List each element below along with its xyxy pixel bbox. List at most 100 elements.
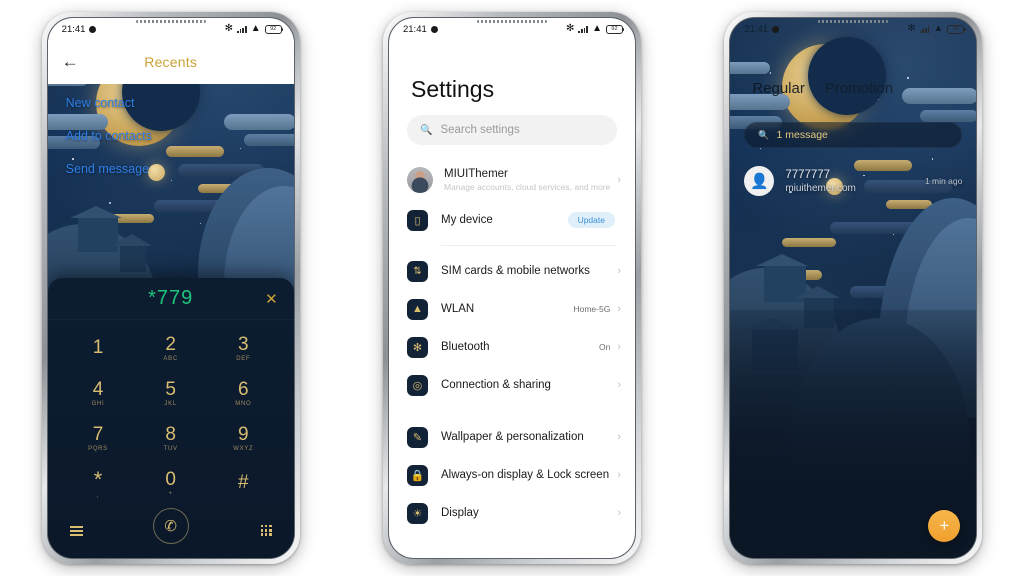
phone-call-icon[interactable]: ✆ <box>152 508 189 544</box>
contact-avatar-icon: 👤 <box>744 166 775 196</box>
dial-key-6[interactable]: 6 MNO <box>207 371 280 416</box>
sim-card-icon: ⇅ <box>406 260 428 282</box>
tab-promotion[interactable]: Promotion <box>825 80 893 97</box>
action-add-to-contacts[interactable]: Add to contacts <box>66 129 294 143</box>
settings-item-label: Wallpaper & personalization <box>440 431 584 444</box>
dial-key-9[interactable]: 9 WXYZ <box>207 416 280 461</box>
list-divider <box>440 245 617 247</box>
tab-regular[interactable]: Regular <box>752 80 805 97</box>
signal-bars-icon <box>237 25 247 33</box>
settings-row-my-device[interactable]: ▯ My device Update <box>389 201 635 239</box>
earpiece-speaker <box>818 20 889 23</box>
phone-left-dialer: 21:41 ✻ ▲ 92 ← Recents New contact Add t… <box>41 12 300 564</box>
wifi-icon: ▲ <box>592 23 602 34</box>
settings-item-value: On <box>598 342 611 353</box>
settings-item-label: Connection & sharing <box>440 379 551 392</box>
battery-icon: 92 <box>947 24 966 34</box>
front-camera-dot <box>772 25 780 33</box>
dial-key-digit: 3 <box>238 334 249 356</box>
settings-row-sim-cards[interactable]: ⇅ SIM cards & mobile networks › <box>389 252 635 290</box>
wallpaper-phone3 <box>730 18 977 558</box>
search-settings-field[interactable]: 🔍 Search settings <box>406 115 617 145</box>
account-name: MIUIThemer <box>443 168 508 180</box>
row-text: Wallpaper & personalization <box>441 430 617 444</box>
row-text: Always-on display & Lock screen <box>441 468 617 482</box>
phone1-content: New contact Add to contacts Send message… <box>47 84 294 558</box>
status-time: 21:41 <box>744 23 769 35</box>
chevron-right-icon: › <box>617 265 621 278</box>
dial-key-digit: 6 <box>238 379 249 401</box>
dial-key-digit: 8 <box>165 424 176 446</box>
bluetooth-icon: ✻ <box>406 336 428 358</box>
settings-list: MIUIThemer Manage accounts, cloud servic… <box>389 159 635 532</box>
status-bar-right: ✻ ▲ 92 <box>907 23 966 34</box>
settings-item-label: SIM cards & mobile networks <box>440 265 590 278</box>
dial-key-sub: DEF <box>236 355 251 362</box>
plus-icon: + <box>939 516 950 535</box>
status-bar-right: ✻ ▲ 92 <box>225 24 284 34</box>
settings-row-account[interactable]: MIUIThemer Manage accounts, cloud servic… <box>389 159 635 201</box>
phone1-top: 21:41 ✻ ▲ 92 ← Recents <box>47 18 294 84</box>
close-icon[interactable]: ✕ <box>265 290 278 308</box>
message-search-bar[interactable]: 🔍 1 message <box>744 122 963 148</box>
settings-row-display[interactable]: ☀ Display › <box>389 494 635 532</box>
dial-key-1[interactable]: 1 <box>62 326 135 371</box>
settings-row-always-on-display[interactable]: 🔒 Always-on display & Lock screen › <box>389 456 635 494</box>
wallpaper-brush-icon: ✎ <box>406 426 428 448</box>
dial-key-digit: # <box>238 472 249 494</box>
bluetooth-icon: ✻ <box>907 23 916 34</box>
dial-key-sub: + <box>168 490 173 497</box>
settings-item-label: Always-on display & Lock screen <box>440 469 610 482</box>
conversation-row[interactable]: 👤 7777777 miuithemer.com 1 min ago <box>730 166 976 196</box>
dial-key-0[interactable]: 0 + <box>134 461 207 506</box>
wifi-icon: ▲ <box>406 298 428 320</box>
conversation-snippet: miuithemer.com <box>785 182 856 194</box>
page-title: Settings <box>410 76 495 102</box>
dial-key-8[interactable]: 8 TUV <box>134 416 207 461</box>
dial-key-4[interactable]: 4 GHI <box>62 371 135 416</box>
settings-row-bluetooth[interactable]: ✻ Bluetooth On › <box>389 328 635 366</box>
action-new-contact[interactable]: New contact <box>66 96 294 110</box>
back-arrow-icon[interactable]: ← <box>62 52 86 72</box>
dial-panel: *779 ✕ 1 2 ABC 3 DEF 4 GHI 5 JKL 6 MNO 7 PQRS … <box>47 278 294 558</box>
conversation-text: 7777777 miuithemer.com <box>785 169 925 194</box>
dialed-number-row: *779 ✕ <box>47 278 294 320</box>
row-text: WLAN <box>441 302 573 316</box>
brightness-icon: ☀ <box>406 502 428 524</box>
hamburger-menu-icon[interactable] <box>69 526 83 536</box>
dial-key-digit: 1 <box>92 337 104 359</box>
dial-key-3[interactable]: 3 DEF <box>207 326 280 371</box>
account-subtitle: Manage accounts, cloud services, and mor… <box>443 182 611 193</box>
dial-key-sub: GHI <box>91 400 105 407</box>
dialed-number: *779 <box>148 287 194 309</box>
front-camera-dot <box>430 25 438 33</box>
row-text: SIM cards & mobile networks <box>441 264 617 278</box>
row-text: MIUIThemer Manage accounts, cloud servic… <box>444 167 617 193</box>
dial-key-7[interactable]: 7 PQRS <box>62 416 135 461</box>
connection-sharing-icon: ◎ <box>406 374 428 396</box>
chevron-right-icon: › <box>617 303 621 316</box>
bluetooth-icon: ✻ <box>565 23 575 34</box>
messages-tabs: Regular Promotion <box>730 80 976 97</box>
settings-row-connection-sharing[interactable]: ◎ Connection & sharing › <box>389 366 635 404</box>
settings-item-label: WLAN <box>440 303 475 316</box>
dial-key-5[interactable]: 5 JKL <box>134 371 207 416</box>
dial-key-2[interactable]: 2 ABC <box>134 326 207 371</box>
update-badge[interactable]: Update <box>567 212 615 229</box>
signal-bars-icon <box>578 25 589 33</box>
earpiece-speaker <box>476 20 547 23</box>
settings-item-value: Home-5G <box>573 304 611 315</box>
dial-key-star[interactable]: *, <box>62 461 135 506</box>
chevron-right-icon: › <box>617 174 621 187</box>
dial-key-digit: * <box>93 467 103 493</box>
status-bar-right: ✻ ▲ 92 <box>565 23 625 34</box>
settings-item-label: Bluetooth <box>440 341 490 354</box>
dialpad: 1 2 ABC 3 DEF 4 GHI 5 JKL 6 MNO 7 PQRS 8 TUV 9W… <box>48 320 294 506</box>
settings-row-wlan[interactable]: ▲ WLAN Home-5G › <box>389 290 635 328</box>
action-send-message[interactable]: Send message <box>66 162 294 176</box>
dial-key-hash[interactable]: # <box>207 461 280 506</box>
dialpad-grid-icon[interactable] <box>260 525 272 536</box>
earpiece-speaker <box>135 20 206 23</box>
signal-bars-icon <box>919 25 930 33</box>
settings-row-wallpaper[interactable]: ✎ Wallpaper & personalization › <box>389 418 635 456</box>
